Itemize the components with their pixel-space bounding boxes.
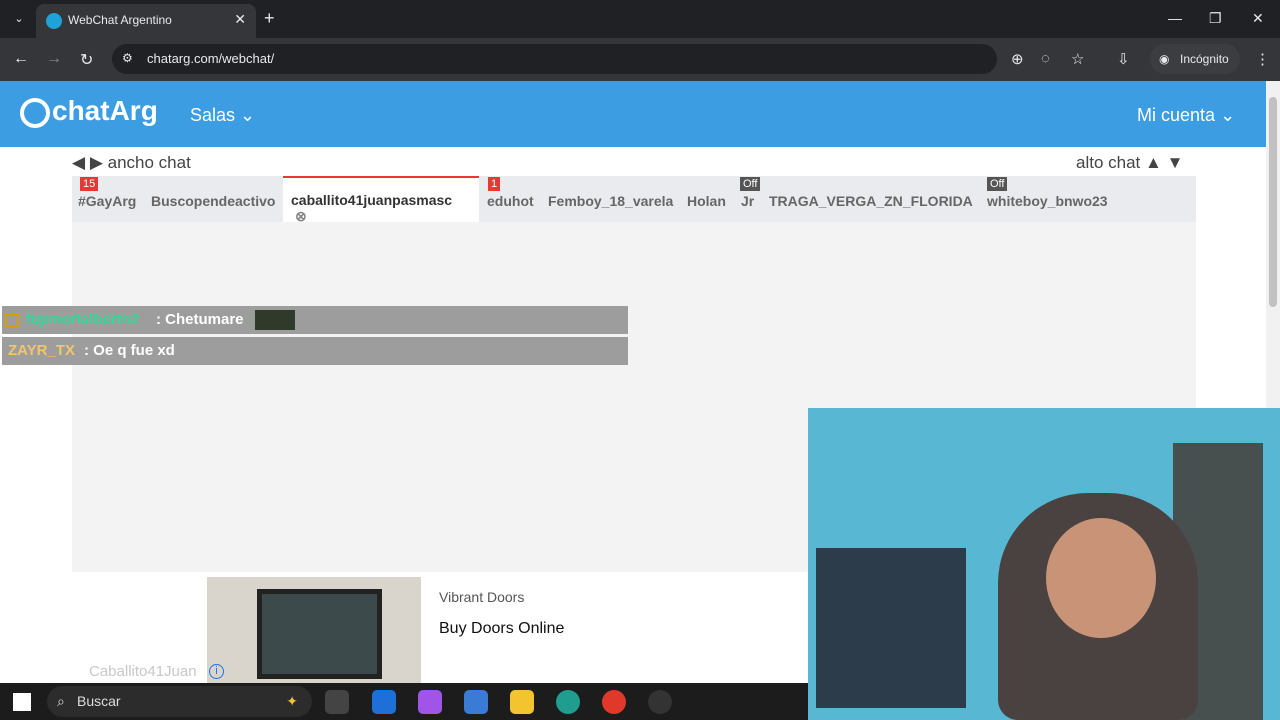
- reload-icon[interactable]: ↻: [80, 50, 93, 70]
- chat-message: ZAYR_TX : Oe q fue xd: [2, 337, 628, 365]
- address-bar[interactable]: ⚙ chatarg.com/webchat/: [112, 44, 997, 74]
- room-tab[interactable]: eduhot: [487, 193, 534, 209]
- message-text: : Oe q fue xd: [84, 342, 175, 359]
- room-tab[interactable]: Buscopendeactivo: [151, 193, 275, 209]
- chevron-down-icon: ⌄: [1220, 105, 1236, 125]
- chevron-down-icon: ⌄: [240, 105, 256, 125]
- incognito-label: Incógnito: [1180, 52, 1229, 66]
- crown-icon: [5, 313, 19, 327]
- close-icon[interactable]: ✕: [234, 11, 246, 28]
- room-tab[interactable]: #GayArg: [78, 193, 136, 209]
- close-window-icon[interactable]: ✕: [1252, 10, 1264, 27]
- advertisement[interactable]: Vibrant Doors Buy Doors Online: [207, 577, 808, 683]
- unread-badge: 1: [488, 177, 501, 191]
- room-tab[interactable]: TRAGA_VERGA_ZN_FLORIDA: [769, 193, 973, 209]
- copilot-sparkle-icon[interactable]: ✦: [286, 686, 298, 717]
- message-user[interactable]: ZAYR_TX: [8, 337, 75, 365]
- ad-brand: Vibrant Doors: [439, 589, 525, 605]
- site-header: chatArg Salas ⌄ Mi cuenta ⌄: [0, 81, 1266, 147]
- windows-taskbar: ⌕ Buscar ✦: [0, 683, 808, 720]
- arrow-down-icon[interactable]: ▼: [1167, 153, 1184, 172]
- room-tab[interactable]: whiteboy_bnwo23: [987, 193, 1108, 209]
- ad-title[interactable]: Buy Doors Online: [439, 620, 564, 638]
- arrow-left-icon[interactable]: ◀: [72, 153, 85, 172]
- scroll-thumb[interactable]: [1269, 97, 1277, 307]
- height-label: alto chat: [1076, 153, 1141, 172]
- star-icon[interactable]: ☆: [1071, 50, 1084, 68]
- room-tabs: 15 #GayArg Buscopendeactivo caballito41j…: [72, 176, 1196, 224]
- chatarg-favicon-icon: [46, 13, 62, 29]
- salas-label: Salas: [190, 105, 236, 125]
- user-avatar-image[interactable]: [255, 310, 295, 330]
- windows-start-icon[interactable]: [13, 693, 31, 711]
- new-tab-icon[interactable]: +: [264, 8, 275, 29]
- logo-text: chatArg: [52, 95, 158, 126]
- edge-icon[interactable]: [556, 690, 580, 714]
- arrow-right-icon[interactable]: ▶: [90, 153, 103, 172]
- file-explorer-icon[interactable]: [510, 690, 534, 714]
- store-icon[interactable]: [464, 690, 488, 714]
- room-tab[interactable]: Holan: [687, 193, 726, 209]
- cam-face: [1046, 518, 1156, 638]
- status-badge: Off: [987, 177, 1008, 191]
- forward-icon[interactable]: →: [46, 50, 62, 68]
- maximize-icon[interactable]: ❐: [1209, 10, 1222, 27]
- message-user[interactable]: fujimorialberto2: [26, 306, 139, 334]
- room-tab-label: caballito41juanpasmasc: [291, 192, 453, 208]
- chatarg-logo[interactable]: chatArg: [20, 95, 158, 128]
- room-tab[interactable]: Femboy_18_varela: [548, 193, 673, 209]
- chat-width-control: ◀ ▶ ancho chat: [72, 153, 191, 173]
- browser-tab[interactable]: WebChat Argentino ✕: [36, 4, 256, 38]
- obs-icon[interactable]: [648, 690, 672, 714]
- message-text: : Chetumare: [156, 311, 244, 328]
- tab-list-icon[interactable]: ⌄: [8, 8, 30, 30]
- chat-username: Caballito41Juan: [89, 663, 197, 680]
- ad-image[interactable]: [207, 577, 421, 683]
- browser-tab-bar: ⌄ WebChat Argentino ✕ + — ❐ ✕: [0, 0, 1280, 38]
- tab-title: WebChat Argentino: [68, 13, 172, 27]
- chrome-icon[interactable]: [602, 690, 626, 714]
- door-image: [257, 589, 382, 679]
- info-icon[interactable]: i: [209, 664, 224, 679]
- url-text: chatarg.com/webchat/: [147, 51, 275, 66]
- cam-bed: [816, 548, 966, 708]
- width-label: ancho chat: [107, 153, 191, 172]
- chat-bubble-icon: [20, 97, 50, 128]
- site-info-icon[interactable]: ⚙: [122, 51, 133, 65]
- room-tab[interactable]: Jr: [741, 193, 754, 209]
- salas-menu[interactable]: Salas ⌄: [190, 105, 255, 126]
- search-label: Buscar: [77, 693, 121, 709]
- incognito-indicator[interactable]: ◉ Incógnito: [1150, 44, 1240, 74]
- zoom-icon[interactable]: ⊕: [1011, 50, 1024, 68]
- webcam-overlay: [808, 408, 1280, 720]
- room-tab-active[interactable]: caballito41juanpasmasc ⊗: [283, 176, 479, 224]
- status-badge: Off: [740, 177, 761, 191]
- arrow-up-icon[interactable]: ▲: [1145, 153, 1162, 172]
- menu-icon[interactable]: ⋮: [1255, 50, 1270, 68]
- download-icon[interactable]: ⇩: [1117, 50, 1130, 68]
- taskbar-search[interactable]: ⌕ Buscar ✦: [47, 686, 312, 717]
- browser-toolbar: ← → ↻ ⚙ chatarg.com/webchat/ ⊕ ◌ ☆ ⇩ ◉ I…: [0, 38, 1280, 81]
- chat-height-control: alto chat ▲ ▼: [1076, 153, 1183, 173]
- search-icon: ⌕: [57, 693, 65, 709]
- copilot-icon[interactable]: [418, 690, 442, 714]
- unread-badge: 15: [80, 177, 99, 191]
- back-icon[interactable]: ←: [13, 50, 29, 68]
- chat-message: fujimorialberto2 : Chetumare: [2, 306, 628, 334]
- account-label: Mi cuenta: [1137, 105, 1216, 125]
- account-menu[interactable]: Mi cuenta ⌄: [1137, 105, 1235, 126]
- task-view-icon[interactable]: [325, 690, 349, 714]
- eye-off-icon[interactable]: ◌: [1041, 50, 1050, 67]
- minimize-icon[interactable]: —: [1168, 10, 1182, 26]
- incognito-icon: ◉: [1159, 52, 1170, 66]
- outlook-icon[interactable]: [372, 690, 396, 714]
